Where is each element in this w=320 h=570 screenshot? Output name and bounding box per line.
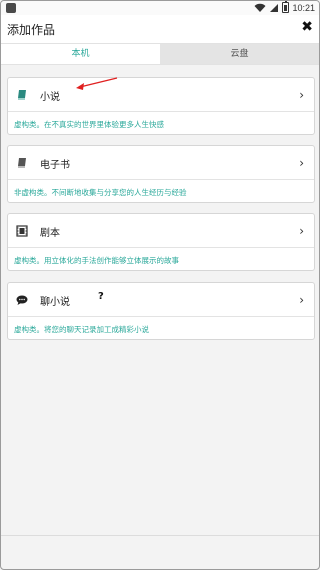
- card-header: 电子书 ›: [8, 146, 314, 180]
- work-type-name: 电子书: [40, 160, 70, 171]
- close-icon[interactable]: ✖: [301, 19, 313, 35]
- work-type-ebook[interactable]: 电子书 › 非虚构类。不间断地收集与分享您的人生经历与经验: [7, 145, 315, 203]
- work-type-name: 小说: [40, 92, 60, 103]
- card-header: 小说 ›: [8, 78, 314, 112]
- help-icon[interactable]: ?: [98, 291, 104, 302]
- chevron-right-icon: ›: [299, 293, 304, 307]
- chevron-right-icon: ›: [299, 224, 304, 238]
- status-icons: 10:21: [254, 1, 315, 13]
- ebook-icon: [18, 158, 26, 168]
- wifi-icon: [254, 3, 266, 12]
- status-bar: 10:21: [1, 1, 319, 15]
- tab-cloud[interactable]: 云盘: [160, 44, 319, 64]
- work-type-description: 虚构类。将您的聊天记录加工成精彩小说: [14, 325, 149, 334]
- work-type-description: 非虚构类。不间断地收集与分享您的人生经历与经验: [14, 188, 187, 197]
- battery-icon: [282, 1, 290, 13]
- card-header: 聊小说 ? ›: [8, 283, 314, 317]
- tab-bar: 本机 云盘: [1, 43, 319, 65]
- work-type-description: 虚构类。用立体化的手法创作能够立体展示的故事: [14, 256, 179, 265]
- book-icon: [18, 90, 26, 100]
- header-bar: 添加作品 ✖: [1, 15, 319, 43]
- chevron-right-icon: ›: [299, 156, 304, 170]
- film-icon: [16, 225, 28, 237]
- tab-local[interactable]: 本机: [1, 44, 160, 64]
- chevron-right-icon: ›: [299, 88, 304, 102]
- app-window: 10:21 添加作品 ✖ 本机 云盘 小说 › 虚构类。在不真实的世界里体验更多…: [0, 0, 320, 570]
- chat-icon: [16, 295, 28, 305]
- work-type-chat-novel[interactable]: 聊小说 ? › 虚构类。将您的聊天记录加工成精彩小说: [7, 282, 315, 340]
- work-type-description: 虚构类。在不真实的世界里体验更多人生快感: [14, 120, 164, 129]
- work-type-name: 聊小说: [40, 297, 70, 308]
- divider: [1, 535, 319, 536]
- page-title: 添加作品: [7, 23, 56, 37]
- work-type-name: 剧本: [40, 228, 60, 239]
- app-notification-icon: [6, 3, 16, 13]
- card-header: 剧本 ›: [8, 214, 314, 248]
- work-type-script[interactable]: 剧本 › 虚构类。用立体化的手法创作能够立体展示的故事: [7, 213, 315, 271]
- work-type-novel[interactable]: 小说 › 虚构类。在不真实的世界里体验更多人生快感: [7, 77, 315, 135]
- status-time: 10:21: [292, 2, 315, 13]
- signal-icon: [270, 3, 279, 12]
- annotation-arrow-icon: [76, 77, 118, 90]
